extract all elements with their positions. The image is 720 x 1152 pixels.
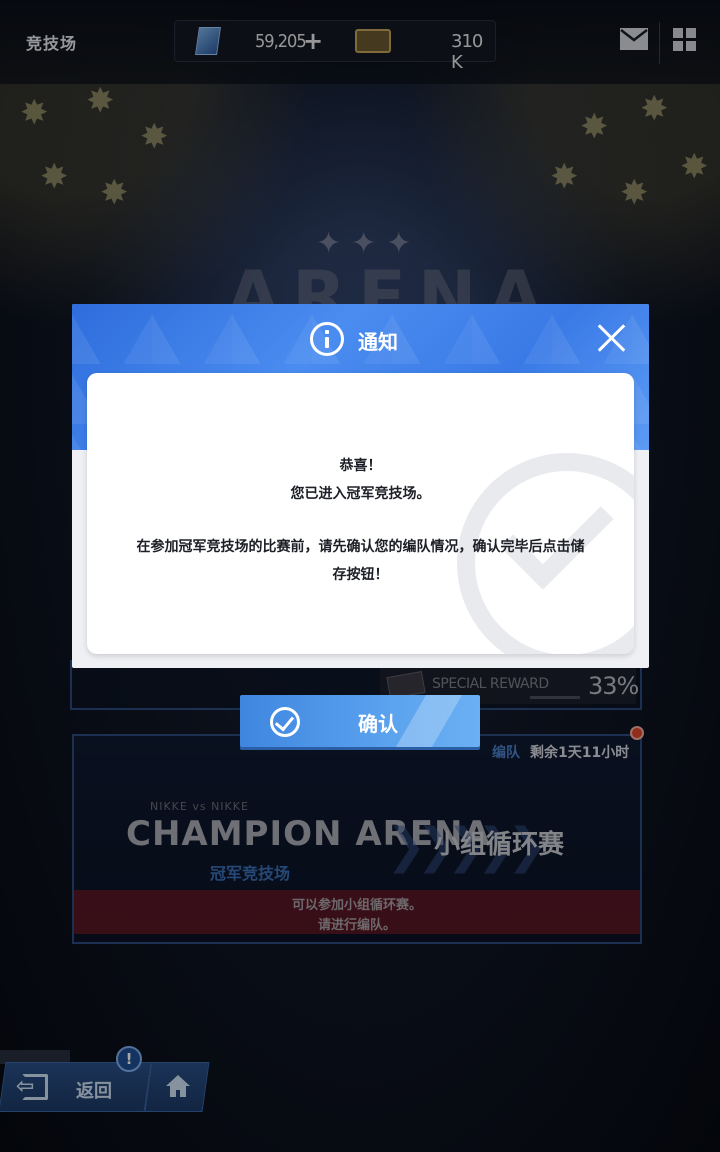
dialog-message: 在参加冠军竞技场的比赛前，请先确认您的编队情况，确认完毕后点击储 (136, 539, 585, 555)
close-icon[interactable] (596, 322, 628, 354)
info-icon (310, 322, 344, 356)
dialog-body: 恭喜！ 您已进入冠军竞技场。 在参加冠军竞技场的比赛前，请先确认您的编队情况，确… (87, 373, 634, 654)
dialog-message: 您已进入冠军竞技场。 (290, 486, 431, 502)
dialog-message: 存按钮！ (332, 567, 389, 583)
check-icon (270, 707, 300, 737)
dialog-title: 通知 (358, 330, 398, 354)
dialog-message: 恭喜！ (339, 458, 382, 474)
button-shine (390, 695, 480, 747)
confirm-button[interactable]: 确认 (240, 695, 480, 747)
confirm-label: 确认 (358, 712, 398, 736)
notice-dialog: 通知 恭喜！ 您已进入冠军竞技场。 在参加冠军竞技场的比赛前，请先确认您的编队情… (72, 304, 649, 668)
